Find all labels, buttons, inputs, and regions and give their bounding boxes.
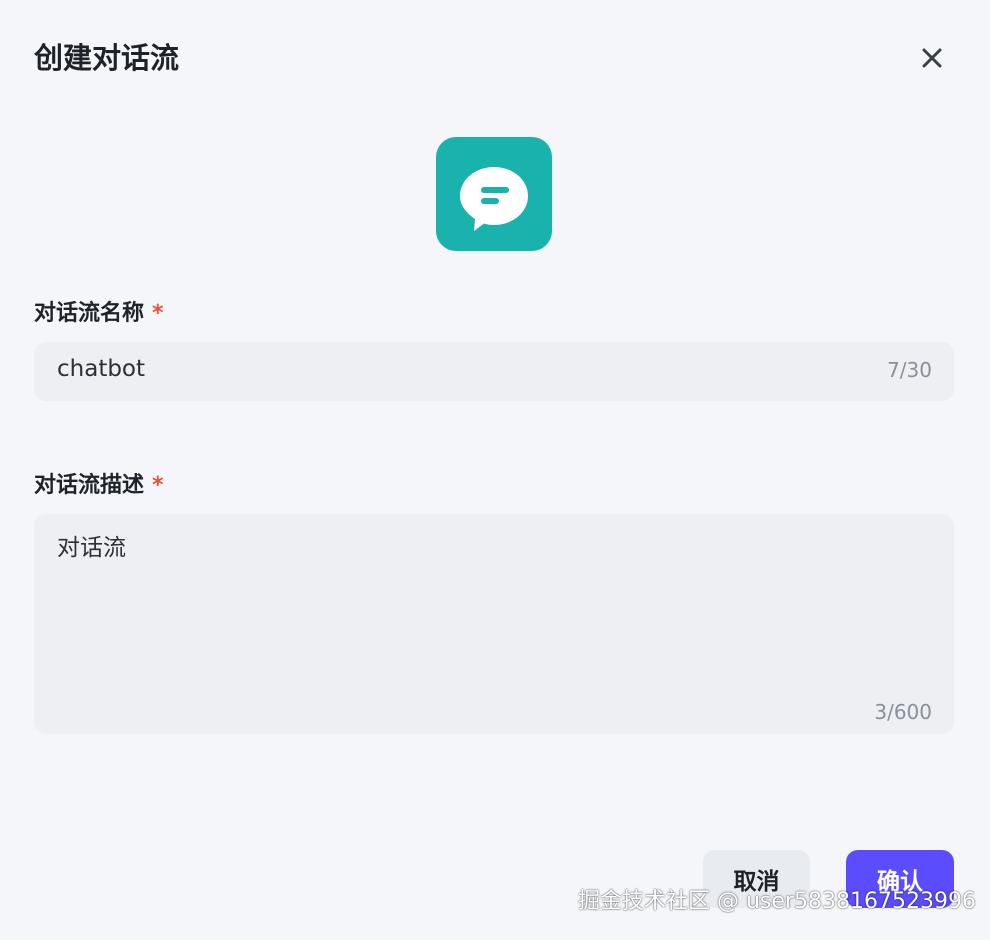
- description-field-label: 对话流描述 *: [34, 470, 164, 502]
- name-field-label: 对话流名称 *: [34, 298, 164, 330]
- description-char-counter: 3/600: [874, 700, 932, 724]
- required-marker: *: [152, 473, 164, 498]
- name-char-counter: 7/30: [887, 358, 932, 382]
- description-label-text: 对话流描述: [34, 473, 145, 498]
- close-icon: [922, 48, 942, 68]
- chat-bubble-icon: [460, 167, 528, 231]
- watermark: 掘金技术社区 @ user5838167523996: [578, 889, 976, 914]
- close-button[interactable]: [912, 38, 952, 78]
- name-input-value: chatbot: [57, 356, 146, 382]
- description-textarea[interactable]: 对话流 3/600: [34, 514, 954, 734]
- app-icon-picker[interactable]: [436, 137, 552, 251]
- dialog-title: 创建对话流: [34, 41, 180, 75]
- name-label-text: 对话流名称: [34, 301, 145, 326]
- name-input[interactable]: chatbot 7/30: [34, 342, 954, 401]
- description-textarea-value: 对话流: [57, 535, 126, 561]
- required-marker: *: [152, 301, 164, 326]
- create-chatflow-dialog: 创建对话流 对话流名称 * chatbot 7/30 对话流描述 * 对话流 3/6…: [0, 0, 990, 940]
